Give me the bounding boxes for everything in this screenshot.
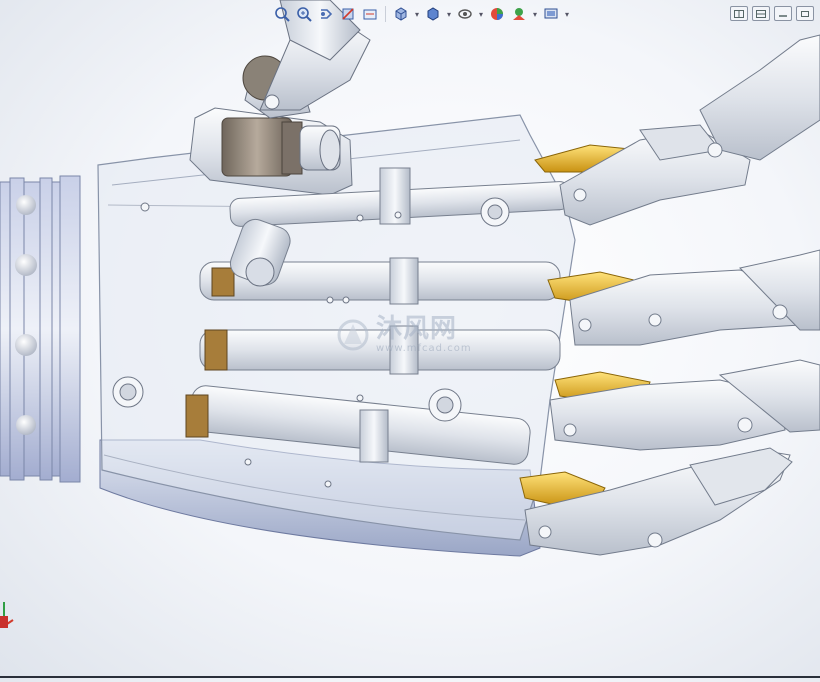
toolbar-separator xyxy=(385,6,386,22)
middle-finger xyxy=(569,249,820,346)
chevron-down-icon[interactable]: ▾ xyxy=(477,10,485,19)
view-orientation-icon[interactable] xyxy=(391,4,411,24)
display-style-icon[interactable] xyxy=(423,4,443,24)
edit-appearance-icon[interactable] xyxy=(487,4,507,24)
tile-horizontal-button[interactable] xyxy=(730,6,748,21)
zoom-to-fit-icon[interactable] xyxy=(272,4,292,24)
section-view-icon[interactable] xyxy=(338,4,358,24)
hide-show-items-icon[interactable] xyxy=(455,4,475,24)
chevron-down-icon[interactable]: ▾ xyxy=(563,10,571,19)
viewport-window-controls xyxy=(730,6,814,21)
view-settings-icon[interactable] xyxy=(541,4,561,24)
previous-view-icon[interactable] xyxy=(316,4,336,24)
restore-icon xyxy=(801,10,809,17)
minimize-icon xyxy=(779,14,787,17)
apply-scene-icon[interactable] xyxy=(509,4,529,24)
chevron-down-icon[interactable]: ▾ xyxy=(413,10,421,19)
chevron-down-icon[interactable]: ▾ xyxy=(531,10,539,19)
wrist-coupling xyxy=(0,175,81,483)
robotic-hand-model[interactable] xyxy=(0,0,820,678)
restore-button[interactable] xyxy=(796,6,814,21)
tile-vertical-button[interactable] xyxy=(752,6,770,21)
tile-horizontal-icon xyxy=(734,9,744,18)
reference-triad-icon xyxy=(0,602,14,628)
tile-vertical-icon xyxy=(756,9,766,18)
index-finger xyxy=(559,34,820,226)
minimize-button[interactable] xyxy=(774,6,792,21)
chevron-down-icon[interactable]: ▾ xyxy=(445,10,453,19)
little-finger xyxy=(524,447,793,556)
zoom-to-area-icon[interactable] xyxy=(294,4,314,24)
dynamic-annotation-icon[interactable] xyxy=(360,4,380,24)
heads-up-view-toolbar: ▾ ▾ ▾ ▾ ▾ xyxy=(272,3,571,25)
3d-graphics-area[interactable] xyxy=(0,0,820,678)
